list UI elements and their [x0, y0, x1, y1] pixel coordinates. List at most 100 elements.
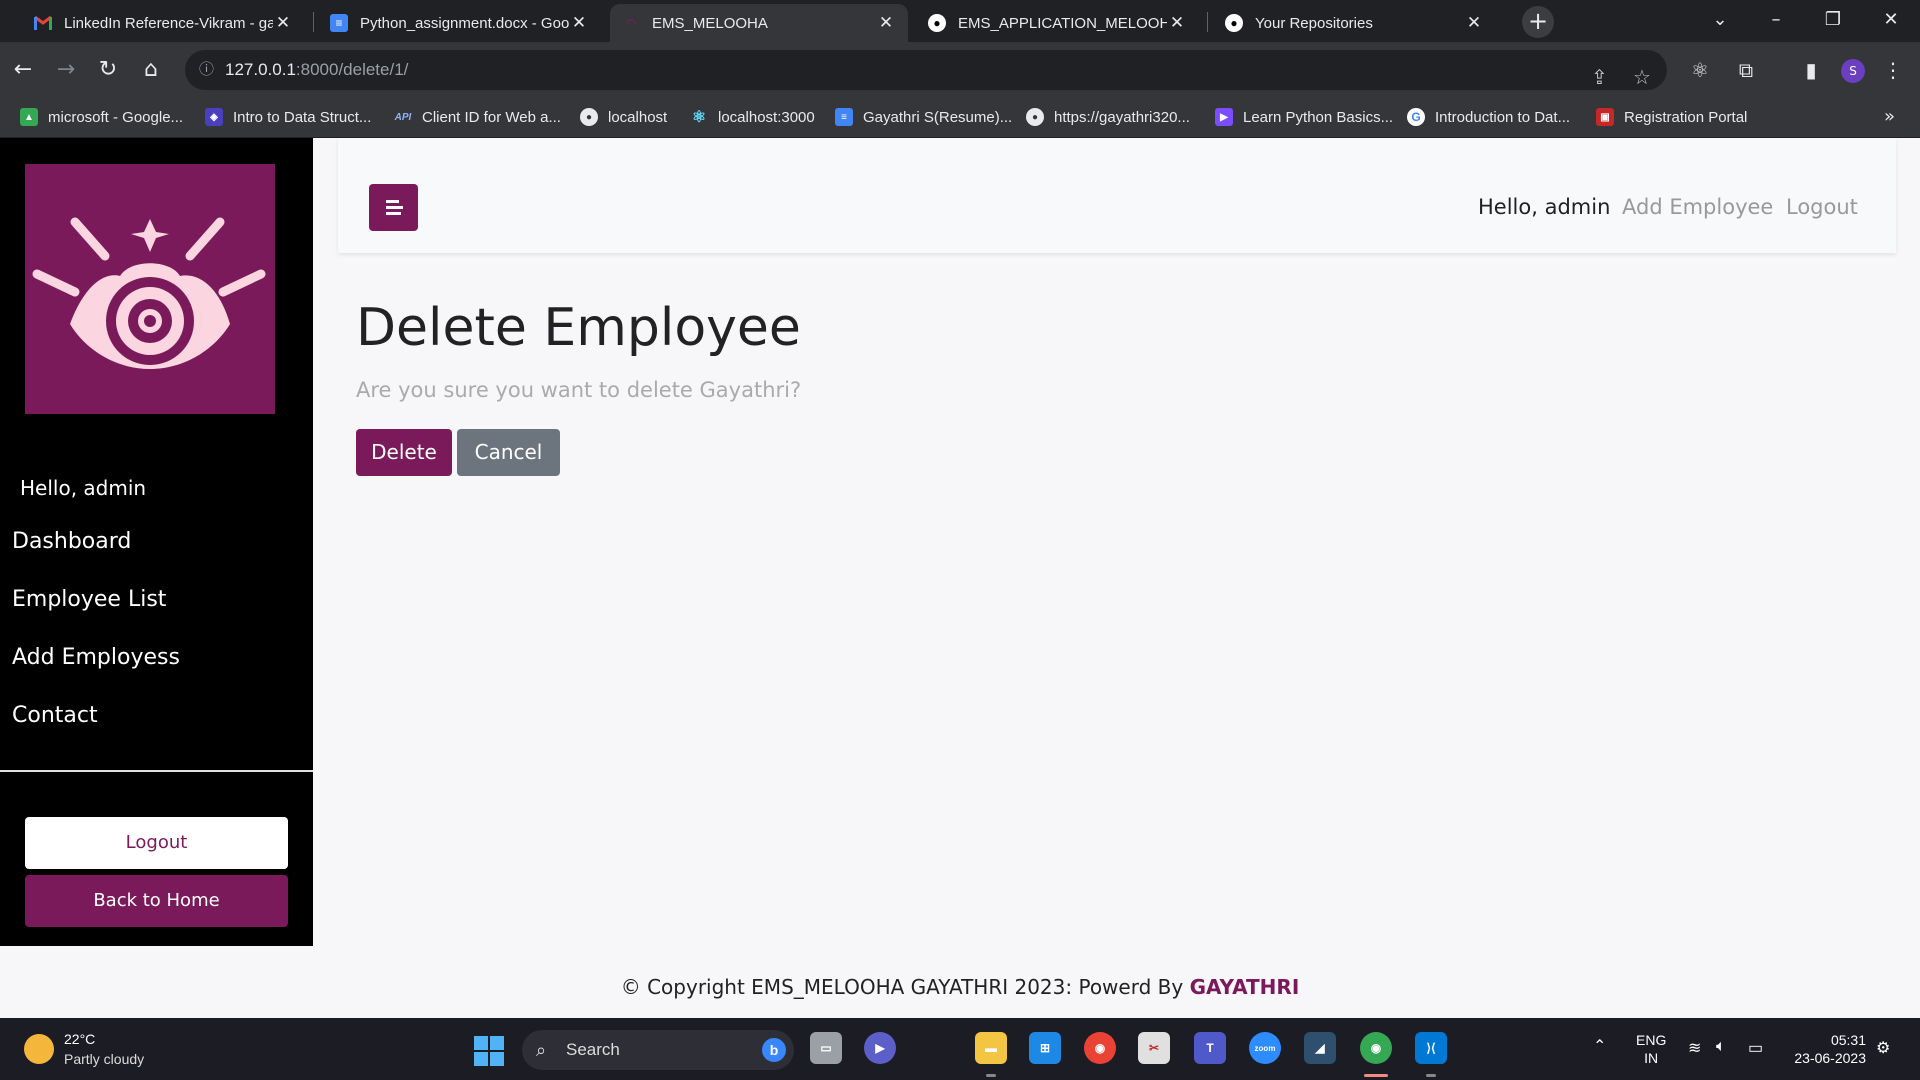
- tab-ems-application[interactable]: ● EMS_APPLICATION_MELOOHA/ ✕: [916, 4, 1199, 42]
- sidebar-item-add-employees[interactable]: Add Employess: [12, 645, 180, 670]
- bookmark-item[interactable]: ◈ Intro to Data Struct...: [205, 98, 371, 136]
- sidebar-logout-button[interactable]: Logout: [25, 817, 288, 869]
- reload-icon[interactable]: ↻: [93, 55, 123, 85]
- bookmark-label: Learn Python Basics...: [1243, 108, 1394, 126]
- home-icon[interactable]: ⌂: [136, 55, 166, 85]
- close-tab-icon[interactable]: ✕: [1464, 13, 1484, 33]
- share-icon[interactable]: ⇪: [1591, 58, 1608, 98]
- menu-line-icon: [386, 206, 403, 209]
- notifications-icon[interactable]: ⚙: [1876, 1038, 1890, 1058]
- bookmark-item[interactable]: ▲ microsoft - Google...: [20, 98, 183, 136]
- tab-your-repositories[interactable]: ● Your Repositories ✕: [1213, 4, 1496, 42]
- tab-search-icon[interactable]: ⌄: [1700, 4, 1740, 36]
- site-info-icon[interactable]: ⓘ: [199, 50, 214, 90]
- close-window-icon[interactable]: ✕: [1871, 4, 1911, 36]
- tab-title: Your Repositories: [1255, 14, 1373, 32]
- clock-time: 05:31: [1830, 1032, 1866, 1048]
- minimize-icon[interactable]: –: [1756, 4, 1796, 36]
- wifi-icon[interactable]: ≋: [1688, 1038, 1701, 1058]
- show-hidden-icons-icon[interactable]: ⌃: [1593, 1036, 1606, 1056]
- extension-atom-icon[interactable]: ⚛: [1685, 55, 1715, 85]
- windows-start-icon[interactable]: [474, 1036, 504, 1066]
- bookmark-label: Gayathri S(Resume)...: [863, 108, 1013, 126]
- weather-cloud-sun-icon[interactable]: [24, 1034, 54, 1064]
- close-tab-icon[interactable]: ✕: [273, 13, 293, 33]
- app-logo[interactable]: [25, 164, 275, 414]
- sidebar-item-contact[interactable]: Contact: [12, 703, 98, 728]
- browser-tab-bar: LinkedIn Reference-Vikram - ga ✕ ≡ Pytho…: [0, 0, 1920, 42]
- back-to-home-button[interactable]: Back to Home: [25, 875, 288, 927]
- page-footer: © Copyright EMS_MELOOHA GAYATHRI 2023: P…: [0, 946, 1920, 1018]
- taskbar-search-box[interactable]: ⌕ Search b: [522, 1030, 794, 1070]
- battery-icon[interactable]: ▭: [1748, 1038, 1763, 1058]
- page-title: Delete Employee: [356, 298, 801, 358]
- delete-button[interactable]: Delete: [356, 429, 452, 476]
- chrome-icon[interactable]: ◉: [1084, 1032, 1116, 1064]
- bookmark-item[interactable]: G Introduction to Dat...: [1407, 98, 1570, 136]
- portal-icon: ▣: [1596, 108, 1614, 126]
- play-icon: ▶: [1215, 108, 1233, 126]
- close-tab-icon[interactable]: ✕: [1167, 13, 1187, 33]
- tab-python-assignment[interactable]: ≡ Python_assignment.docx - Goo ✕: [318, 4, 601, 42]
- restore-icon[interactable]: ❐: [1813, 4, 1853, 36]
- navbar-add-employee-link[interactable]: Add Employee: [1622, 195, 1773, 219]
- bookmark-label: Intro to Data Struct...: [233, 108, 372, 126]
- bookmark-star-icon[interactable]: ☆: [1633, 58, 1651, 98]
- address-host: 127.0.0.1: [225, 60, 296, 79]
- bookmark-item[interactable]: ● localhost: [580, 98, 667, 136]
- chat-icon[interactable]: ▶: [864, 1032, 896, 1064]
- navbar-logout-link[interactable]: Logout: [1786, 195, 1858, 219]
- clock-date: 23-06-2023: [1794, 1050, 1866, 1066]
- active-indicator: [1364, 1074, 1388, 1077]
- confirm-message: Are you sure you want to delete Gayathri…: [356, 378, 802, 402]
- tab-title: Python_assignment.docx - Goo: [360, 14, 569, 32]
- site-icon: ◠: [625, 16, 637, 30]
- snipping-tool-icon[interactable]: ✂: [1138, 1032, 1170, 1064]
- microsoft-store-icon[interactable]: ⊞: [1029, 1032, 1061, 1064]
- bing-icon[interactable]: b: [762, 1038, 786, 1062]
- task-view-icon[interactable]: ▭: [810, 1032, 842, 1064]
- bookmark-item[interactable]: ▣ Registration Portal: [1596, 98, 1747, 136]
- bookmark-item[interactable]: ⚛ localhost:3000: [690, 98, 815, 136]
- profile-avatar[interactable]: S: [1841, 59, 1865, 83]
- mysql-workbench-icon[interactable]: ◢: [1304, 1032, 1336, 1064]
- api-icon: API: [394, 111, 412, 123]
- zoom-icon[interactable]: zoom: [1249, 1032, 1281, 1064]
- menu-kebab-icon[interactable]: ⋮: [1878, 55, 1908, 85]
- tab-ems-melooha[interactable]: ◠ EMS_MELOOHA ✕: [610, 4, 908, 42]
- new-tab-button[interactable]: +: [1522, 6, 1554, 38]
- teams-icon[interactable]: T: [1194, 1032, 1226, 1064]
- chrome-profile-icon[interactable]: ◉: [1360, 1032, 1392, 1064]
- file-explorer-icon[interactable]: ▬: [975, 1032, 1007, 1064]
- region-code: IN: [1644, 1050, 1659, 1066]
- close-tab-icon[interactable]: ✕: [569, 13, 589, 33]
- more-bookmarks-icon[interactable]: »: [1884, 106, 1895, 127]
- footer-copyright: © Copyright EMS_MELOOHA GAYATHRI 2023: P…: [620, 975, 1190, 999]
- bookmark-item[interactable]: ≡ Gayathri S(Resume)...: [835, 98, 1012, 136]
- sidebar-item-employee-list[interactable]: Employee List: [12, 587, 166, 612]
- tab-linkedin-reference[interactable]: LinkedIn Reference-Vikram - ga ✕: [22, 4, 305, 42]
- bookmark-item[interactable]: ▶ Learn Python Basics...: [1215, 98, 1393, 136]
- back-icon[interactable]: ←: [8, 55, 38, 85]
- bookmarks-bar: ▲ microsoft - Google... ◈ Intro to Data St…: [0, 98, 1920, 138]
- bookmark-item[interactable]: API Client ID for Web a...: [394, 98, 561, 136]
- close-tab-icon[interactable]: ✕: [876, 13, 896, 33]
- volume-icon[interactable]: 🔈︎: [1716, 1038, 1726, 1056]
- input-language-indicator[interactable]: ENG IN: [1636, 1031, 1666, 1067]
- bookmark-item[interactable]: ● https://gayathri320...: [1026, 98, 1190, 136]
- top-navbar: Hello, admin Add Employee Logout: [338, 138, 1896, 253]
- cancel-button[interactable]: Cancel: [457, 429, 560, 476]
- bookmark-label: localhost: [608, 108, 668, 126]
- running-indicator: [986, 1074, 996, 1077]
- extensions-puzzle-icon[interactable]: ⧉: [1731, 55, 1761, 85]
- system-clock[interactable]: 05:31 23-06-2023: [1786, 1031, 1866, 1067]
- footer-brand: GAYATHRI: [1189, 975, 1300, 999]
- browser-toolbar: ← → ↻ ⌂ ⓘ 127.0.0.1:8000/delete/1/ ⇪ ☆ ⚛…: [0, 42, 1920, 98]
- side-panel-icon[interactable]: ▮: [1796, 55, 1826, 85]
- sidebar-item-dashboard[interactable]: Dashboard: [12, 529, 131, 554]
- address-bar[interactable]: ⓘ 127.0.0.1:8000/delete/1/ ⇪ ☆: [185, 50, 1667, 90]
- menu-toggle-button[interactable]: [369, 184, 418, 231]
- tab-title: EMS_APPLICATION_MELOOHA/: [958, 14, 1167, 32]
- forward-icon[interactable]: →: [51, 55, 81, 85]
- vscode-icon[interactable]: ⟩⟨: [1415, 1032, 1447, 1064]
